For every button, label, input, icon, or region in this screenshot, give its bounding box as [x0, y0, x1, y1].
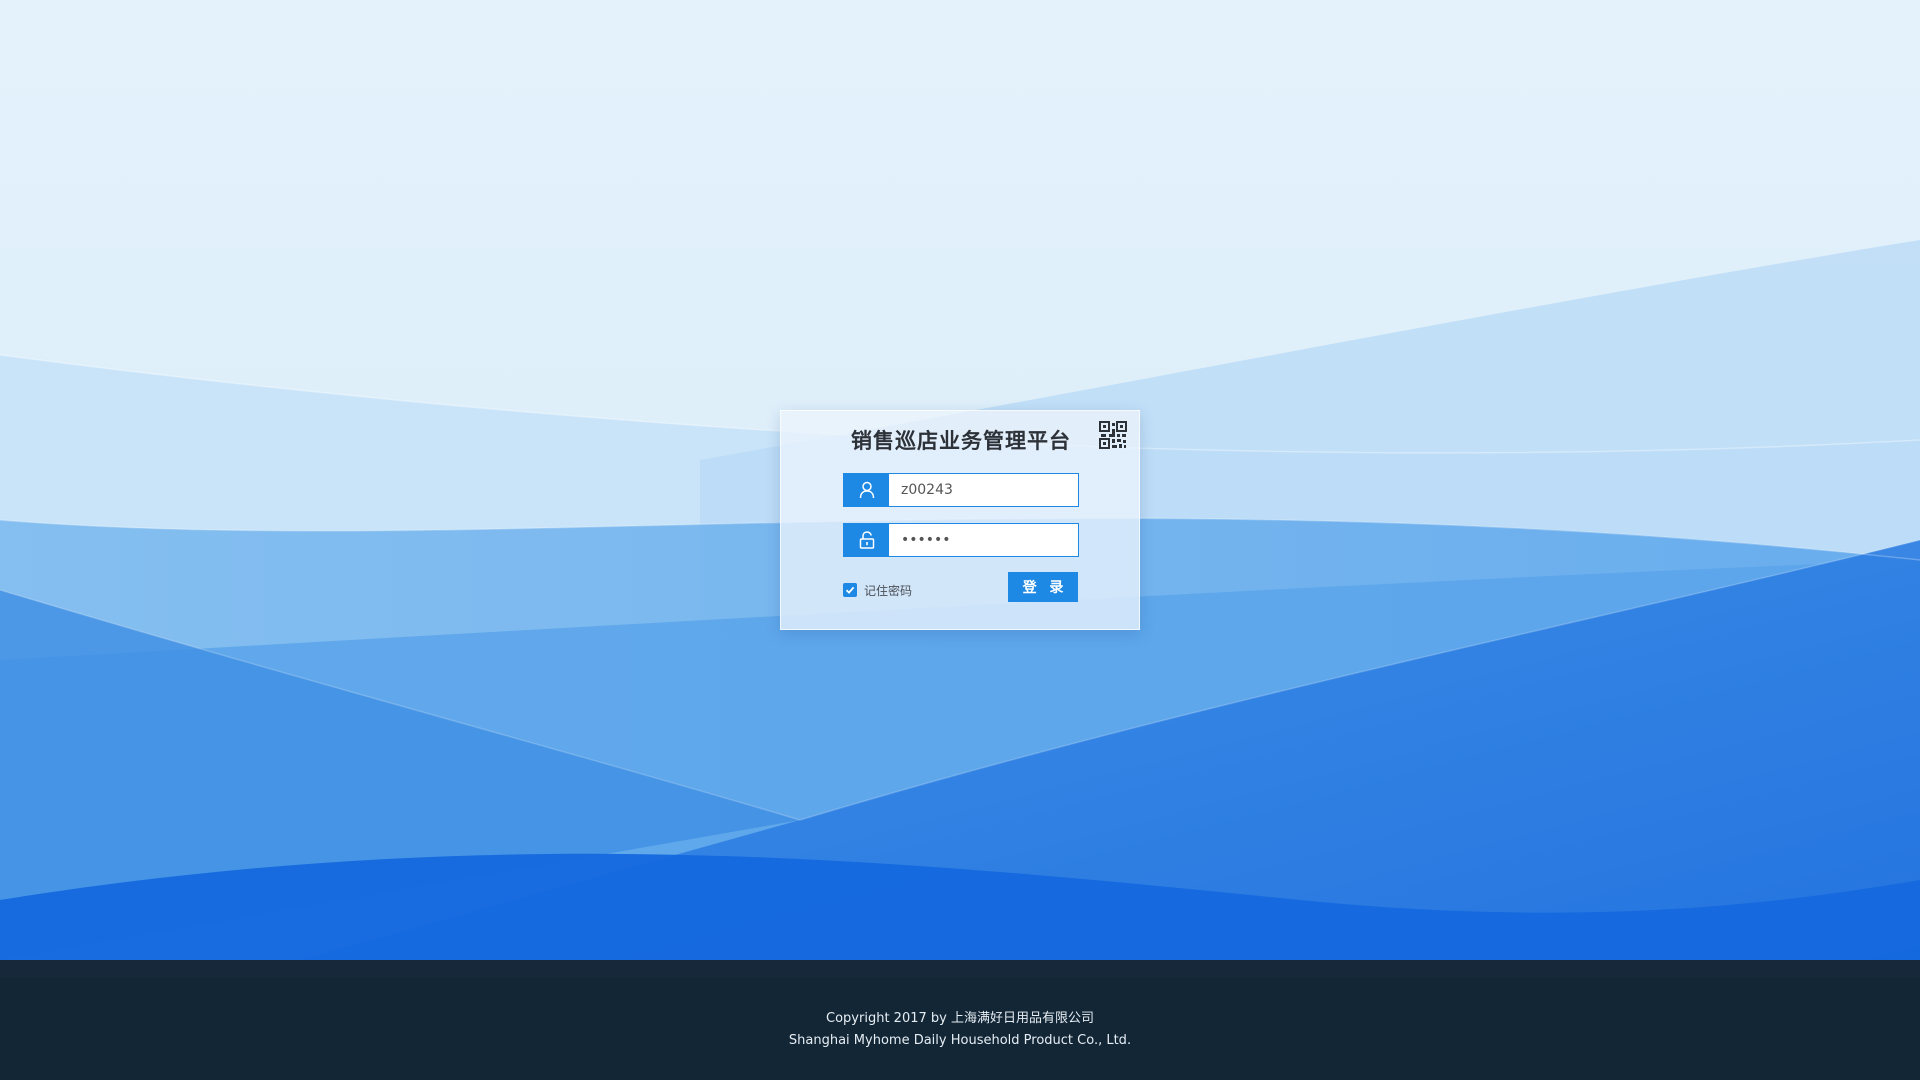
password-input[interactable] [889, 524, 1078, 556]
login-button[interactable]: 登 录 [1008, 572, 1078, 602]
user-icon [844, 474, 889, 506]
qr-code-icon[interactable] [1099, 421, 1127, 449]
footer: Copyright 2017 by 上海满好日用品有限公司 Shanghai M… [0, 978, 1920, 1080]
check-icon [845, 586, 855, 594]
login-page: 销售巡店业务管理平台 z00243 •••••• 记住密码 登 录 Copyri… [0, 0, 1920, 1080]
footer-copyright: Copyright 2017 by 上海满好日用品有限公司 [826, 1011, 1094, 1026]
password-field-group [843, 523, 1079, 557]
lock-icon [844, 524, 889, 556]
remember-password-toggle[interactable]: 记住密码 [843, 581, 912, 599]
footer-company-name: Shanghai Myhome Daily Household Product … [788, 1033, 1132, 1048]
username-field-group [843, 473, 1079, 507]
username-input[interactable] [889, 474, 1078, 506]
login-title: 销售巡店业务管理平台 [851, 429, 1071, 453]
footer-top-strip [0, 960, 1920, 978]
remember-label: 记住密码 [864, 583, 913, 598]
remember-checkbox[interactable] [843, 583, 857, 597]
login-card: 销售巡店业务管理平台 z00243 •••••• 记住密码 登 录 [780, 410, 1140, 630]
